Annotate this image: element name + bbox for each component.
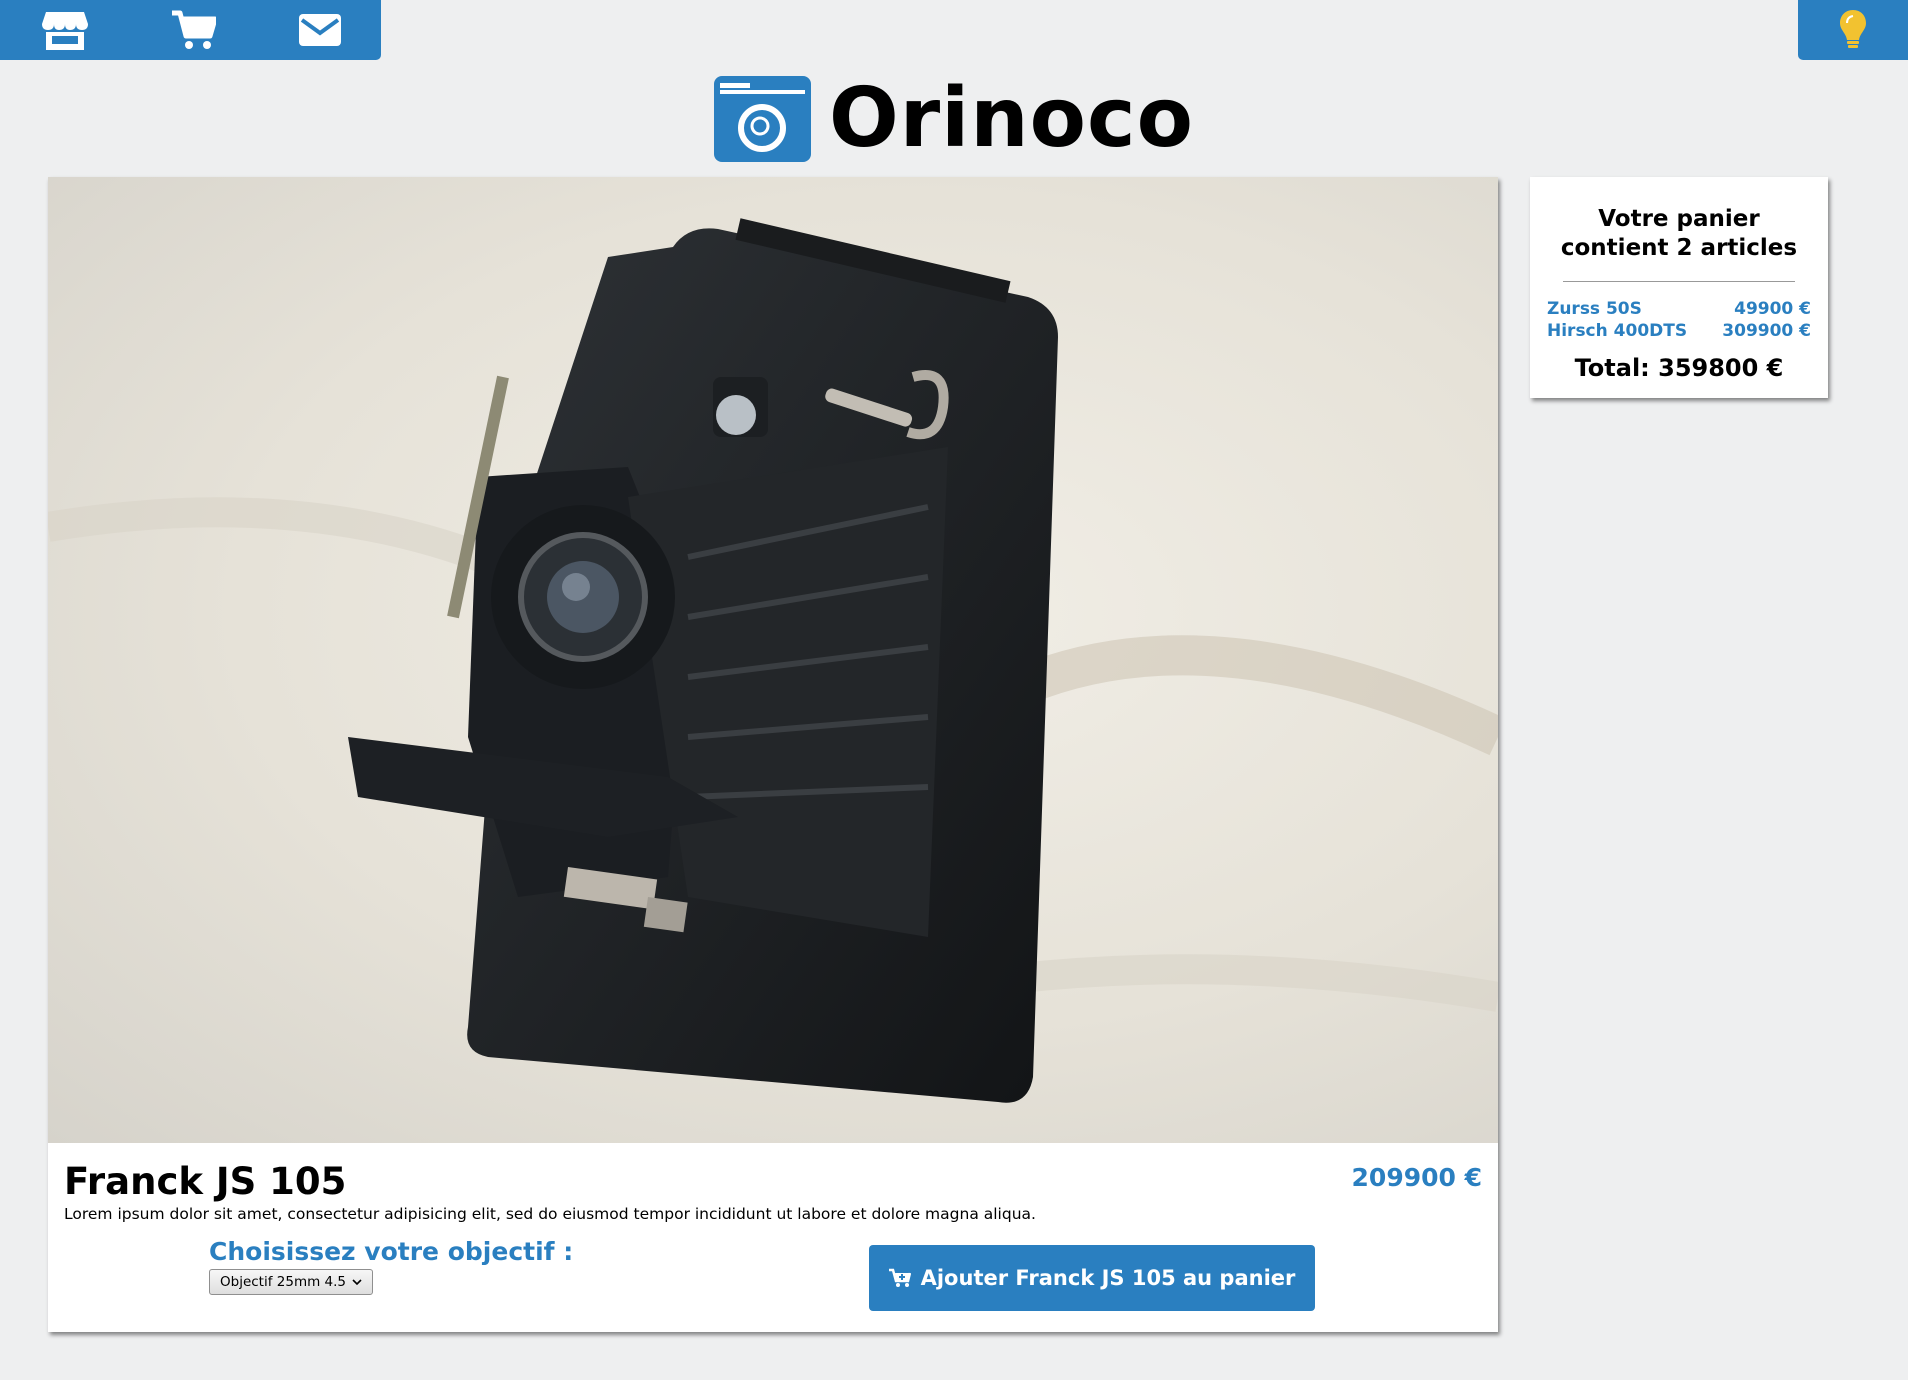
product-card: Franck JS 105 209900 € Lorem ipsum dolor…	[48, 177, 1498, 1332]
product-price: 209900 €	[1351, 1163, 1482, 1192]
camera-icon	[714, 76, 812, 162]
cart-item-name: Zurss 50S	[1547, 299, 1642, 319]
cart-plus-icon	[888, 1268, 911, 1287]
store-icon	[42, 12, 88, 50]
cart-total: Total: 359800 €	[1574, 354, 1784, 382]
lens-label: Choisissez votre objectif :	[209, 1237, 574, 1266]
cart-divider	[1563, 281, 1795, 282]
lens-select-value: Objectif 25mm 4.5	[220, 1274, 347, 1290]
nav-cart-button[interactable]	[154, 0, 234, 60]
cart-item-price: 309900 €	[1722, 321, 1811, 341]
nav-store-button[interactable]	[25, 0, 105, 60]
cart-title: Votre panier contient 2 articles	[1560, 206, 1798, 261]
brand-title: Orinoco	[829, 71, 1194, 166]
add-to-cart-button[interactable]: Ajouter Franck JS 105 au panier	[869, 1245, 1315, 1311]
envelope-icon	[299, 14, 341, 46]
theme-toggle-button[interactable]	[1798, 0, 1908, 60]
cart-item-price: 49900 €	[1734, 299, 1811, 319]
product-name: Franck JS 105	[64, 1160, 347, 1203]
lightbulb-icon	[1840, 10, 1866, 48]
cart-item: Hirsch 400DTS 309900 €	[1530, 320, 1828, 342]
camera-photo	[48, 218, 1498, 1103]
nav-contact-button[interactable]	[280, 0, 360, 60]
product-description: Lorem ipsum dolor sit amet, consectetur …	[64, 1205, 1036, 1223]
cart-item-name: Hirsch 400DTS	[1547, 321, 1688, 341]
add-to-cart-label: Ajouter Franck JS 105 au panier	[920, 1266, 1296, 1290]
product-image	[48, 177, 1498, 1143]
cart-icon	[172, 10, 216, 49]
cart-summary: Votre panier contient 2 articles Zurss 5…	[1530, 177, 1828, 398]
cart-item: Zurss 50S 49900 €	[1530, 298, 1828, 320]
top-nav	[0, 0, 381, 60]
chevron-down-icon	[352, 1278, 362, 1285]
site-header: Orinoco	[0, 76, 1908, 162]
lens-select[interactable]: Objectif 25mm 4.5	[209, 1269, 374, 1295]
